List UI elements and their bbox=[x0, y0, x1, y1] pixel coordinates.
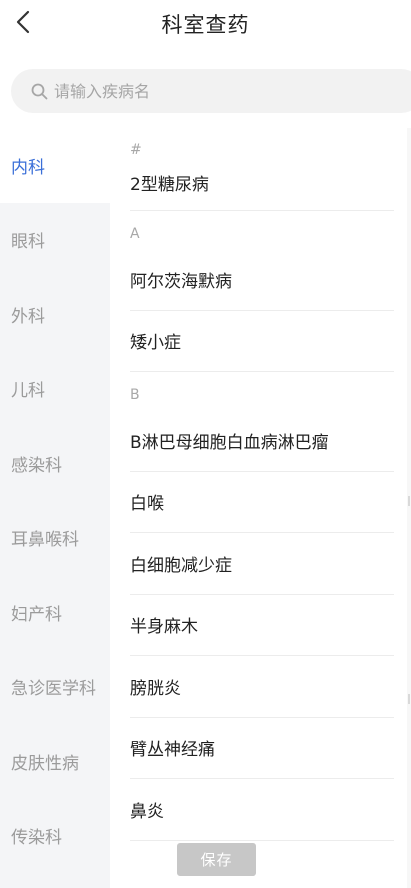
search-icon bbox=[31, 83, 48, 99]
sidebar-item-internal-medicine[interactable]: 内科 bbox=[0, 128, 110, 203]
disease-name: B淋巴母细胞白血病淋巴瘤 bbox=[130, 432, 329, 453]
sidebar-item-ent[interactable]: 耳鼻喉科 bbox=[0, 501, 110, 576]
section-letter: A bbox=[130, 226, 140, 242]
disease-name: 膀胱炎 bbox=[130, 678, 181, 699]
department-sidebar: 内科 眼科 外科 儿科 感染科 耳鼻喉科 妇产科 急诊医学科 皮肤性病 传染科 bbox=[0, 128, 110, 888]
sidebar-item-label: 眼科 bbox=[11, 232, 45, 253]
section-letter: B bbox=[130, 387, 140, 403]
sidebar-item-infection[interactable]: 感染科 bbox=[0, 426, 110, 501]
sidebar-item-label: 妇产科 bbox=[11, 604, 62, 625]
sidebar-item-label: 急诊医学科 bbox=[11, 679, 96, 700]
list-item[interactable]: 半身麻木 bbox=[130, 595, 394, 656]
disease-name: 白喉 bbox=[130, 494, 164, 515]
sidebar-item-surgery[interactable]: 外科 bbox=[0, 277, 110, 352]
sidebar-item-dermatology[interactable]: 皮肤性病 bbox=[0, 724, 110, 799]
disease-list: # 2型糖尿病 A 阿尔茨海默病 矮小症 B B淋巴母细胞白血病淋巴瘤 白喉 白… bbox=[130, 128, 394, 888]
sidebar-item-label: 传染科 bbox=[11, 828, 62, 849]
list-item[interactable]: 白细胞减少症 bbox=[130, 533, 394, 595]
sidebar-item-label: 感染科 bbox=[11, 455, 62, 476]
sidebar-item-label: 内科 bbox=[11, 157, 45, 178]
sidebar-item-ophthalmology[interactable]: 眼科 bbox=[0, 203, 110, 278]
page-title: 科室查药 bbox=[161, 13, 250, 37]
list-item[interactable]: 矮小症 bbox=[130, 311, 394, 372]
list-item[interactable]: 2型糖尿病 bbox=[130, 162, 394, 211]
disease-name: 阿尔茨海默病 bbox=[130, 271, 232, 292]
section-header: A bbox=[130, 211, 394, 249]
sidebar-item-infectious-disease[interactable]: 传染科 bbox=[0, 799, 110, 874]
list-item[interactable]: 阿尔茨海默病 bbox=[130, 249, 394, 311]
sidebar-item-label: 皮肤性病 bbox=[11, 753, 79, 774]
list-item[interactable]: B淋巴母细胞白血病淋巴瘤 bbox=[130, 410, 394, 472]
disease-name: 2型糖尿病 bbox=[130, 175, 209, 195]
sidebar-item-pediatrics[interactable]: 儿科 bbox=[0, 352, 110, 427]
disease-name: 白细胞减少症 bbox=[130, 555, 232, 576]
sidebar-item-obstetrics-gynecology[interactable]: 妇产科 bbox=[0, 575, 110, 650]
scroll-indicator bbox=[408, 496, 410, 506]
disease-name: 矮小症 bbox=[130, 333, 181, 354]
sidebar-item-label: 外科 bbox=[11, 306, 45, 327]
list-item[interactable]: 臂丛神经痛 bbox=[130, 718, 394, 779]
sidebar-item-label: 儿科 bbox=[11, 381, 45, 402]
search-bar[interactable] bbox=[11, 69, 411, 113]
section-letter: # bbox=[130, 142, 142, 158]
header: 科室查药 bbox=[0, 0, 411, 46]
list-item[interactable]: 鼻炎 bbox=[130, 779, 394, 841]
sidebar-item-label: 耳鼻喉科 bbox=[11, 530, 79, 551]
scroll-track[interactable] bbox=[407, 128, 411, 888]
save-button[interactable]: 保存 bbox=[177, 843, 256, 876]
search-input[interactable] bbox=[54, 71, 374, 111]
disease-name: 半身麻木 bbox=[130, 617, 198, 638]
scroll-indicator bbox=[408, 694, 410, 704]
sidebar-item-emergency-medicine[interactable]: 急诊医学科 bbox=[0, 650, 110, 725]
disease-name: 鼻炎 bbox=[130, 801, 164, 822]
section-header: B bbox=[130, 372, 394, 410]
app-screen: 科室查药 内科 眼科 外科 儿科 感染科 耳鼻喉科 妇产科 急诊医学 bbox=[0, 0, 411, 888]
section-header: # bbox=[130, 128, 394, 162]
disease-name: 臂丛神经痛 bbox=[130, 740, 215, 761]
list-item[interactable]: 白喉 bbox=[130, 472, 394, 533]
list-item[interactable]: 膀胱炎 bbox=[130, 656, 394, 718]
